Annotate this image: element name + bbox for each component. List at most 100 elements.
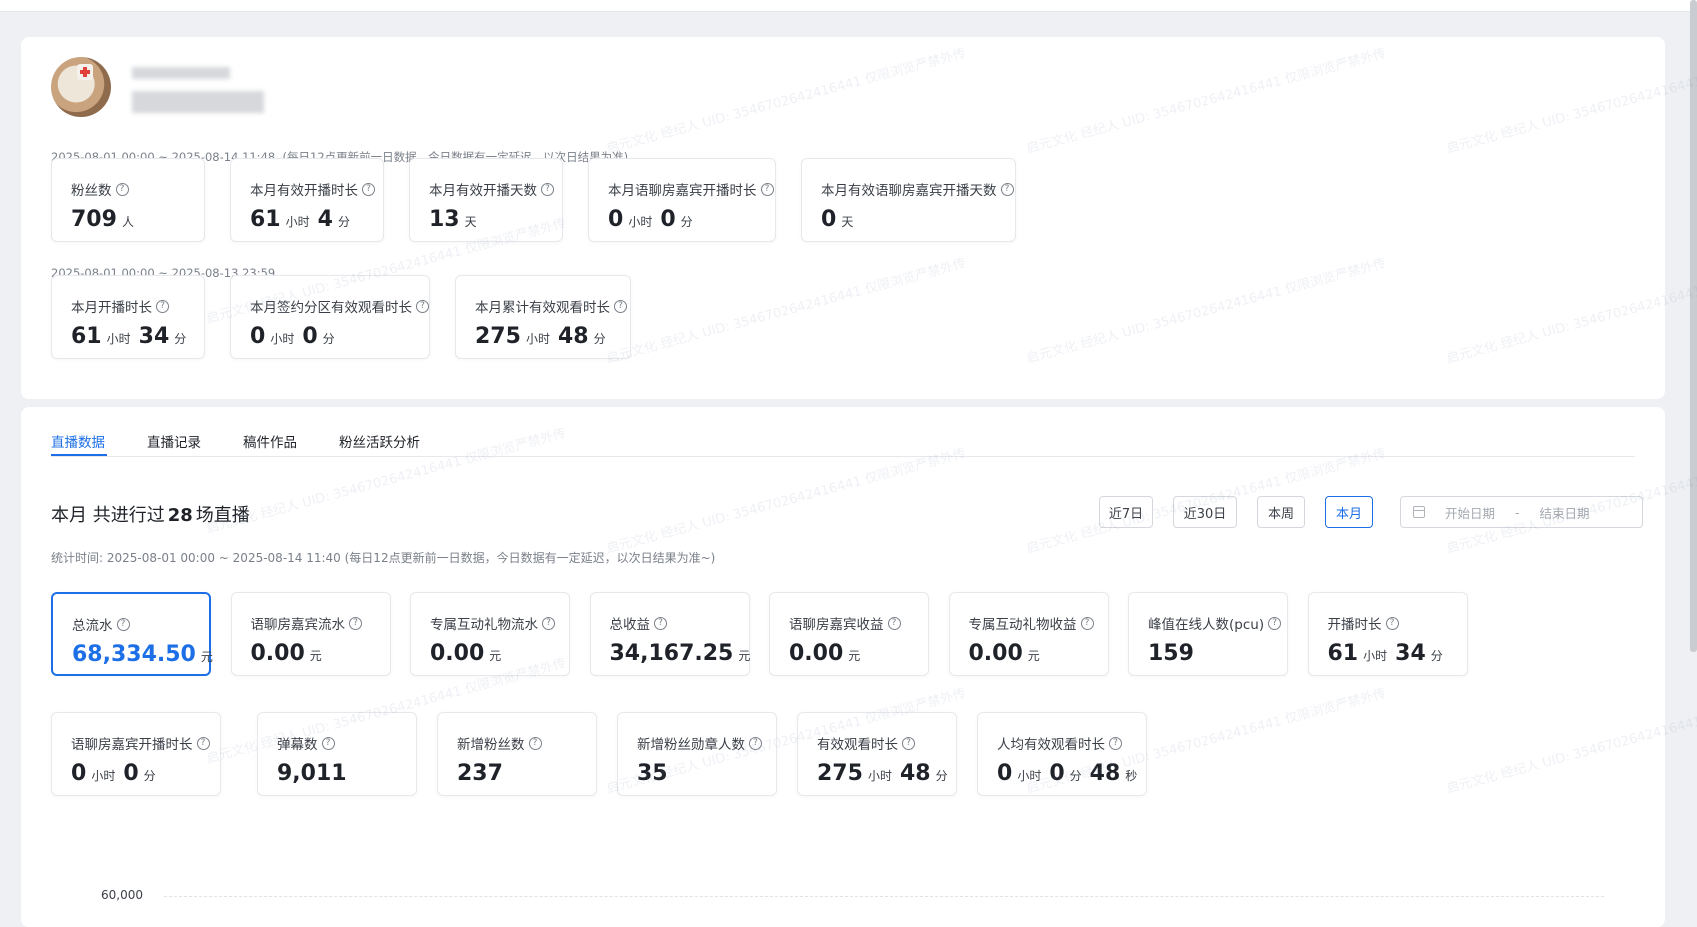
stat-label-text: 本月有效开播天数 bbox=[429, 183, 537, 199]
stat-card[interactable]: 语聊房嘉宾收益? 0.00 元 bbox=[769, 592, 929, 676]
stat-number: 35 bbox=[637, 761, 668, 786]
stat-number: 61 bbox=[71, 324, 102, 349]
stat-card[interactable]: 开播时长? 61 小时 34 分 bbox=[1307, 592, 1468, 676]
help-icon[interactable]: ? bbox=[1080, 616, 1094, 630]
stat-value: 61 小时 34 分 bbox=[1328, 641, 1451, 666]
stat-unit: 小时 bbox=[867, 769, 892, 783]
stat-value: 0.00 元 bbox=[969, 641, 1048, 666]
stat-label: 本月有效开播天数? bbox=[429, 179, 554, 199]
stat-card[interactable]: 语聊房嘉宾开播时长? 0 小时 0 分 bbox=[51, 712, 221, 796]
help-icon[interactable]: ? bbox=[116, 617, 130, 631]
start-date-input[interactable]: 开始日期 bbox=[1445, 503, 1495, 522]
stat-card[interactable]: 弹幕数? 9,011 bbox=[257, 712, 417, 796]
stat-number: 4 bbox=[317, 207, 333, 232]
stat-unit: 分 bbox=[174, 332, 187, 346]
stat-number: 61 bbox=[1327, 641, 1359, 666]
stat-label-text: 粉丝数 bbox=[71, 183, 112, 199]
end-date-input[interactable]: 结束日期 bbox=[1540, 503, 1590, 522]
stat-card[interactable]: 峰值在线人数(pcu)? 159 bbox=[1128, 592, 1288, 676]
redacted-username bbox=[132, 67, 230, 79]
date-range-picker[interactable]: 开始日期 - 结束日期 bbox=[1400, 496, 1643, 528]
help-icon[interactable]: ? bbox=[115, 182, 129, 196]
stat-card[interactable]: 总流水? 68,334.50 元 bbox=[51, 592, 213, 676]
help-icon[interactable]: ? bbox=[760, 182, 774, 196]
help-icon[interactable]: ? bbox=[196, 736, 210, 750]
stat-unit: 小时 bbox=[285, 215, 310, 229]
stat-label-text: 峰值在线人数(pcu) bbox=[1148, 617, 1265, 633]
stat-label: 语聊房嘉宾流水? bbox=[251, 613, 362, 633]
help-icon[interactable]: ? bbox=[1268, 616, 1282, 630]
help-icon[interactable]: ? bbox=[887, 616, 901, 630]
stat-card[interactable]: 新增粉丝勋章人数? 35 bbox=[617, 712, 777, 796]
help-icon[interactable]: ? bbox=[654, 616, 667, 630]
filter-7days-button[interactable]: 近7日 bbox=[1099, 496, 1153, 528]
stat-number: 709 bbox=[71, 207, 117, 232]
stat-label-text: 开播时长 bbox=[1327, 617, 1382, 633]
stat-label-text: 本月有效语聊房嘉宾开播天数 bbox=[821, 183, 997, 199]
redacted-user-info bbox=[132, 91, 264, 113]
stat-label: 语聊房嘉宾开播时长? bbox=[71, 733, 210, 753]
stat-label: 新增粉丝数? bbox=[457, 733, 542, 753]
stat-value: 275 小时 48 分 bbox=[475, 324, 614, 349]
help-icon[interactable]: ? bbox=[902, 736, 915, 750]
stat-unit: 元 bbox=[489, 649, 502, 663]
stat-label-text: 本月语聊房嘉宾开播时长 bbox=[608, 183, 757, 199]
help-icon[interactable]: ? bbox=[321, 736, 335, 750]
stat-card[interactable]: 新增粉丝数? 237 bbox=[437, 712, 597, 796]
stat-unit: 分 bbox=[337, 215, 350, 229]
stat-label: 本月签约分区有效观看时长? bbox=[250, 296, 429, 316]
stat-value: 0 小时 0 分 bbox=[608, 207, 701, 232]
filter-this-month-button[interactable]: 本月 bbox=[1325, 496, 1373, 528]
tab-fan-activity[interactable]: 粉丝活跃分析 bbox=[339, 431, 420, 451]
help-icon[interactable]: ? bbox=[1109, 736, 1122, 750]
stat-value: 237 bbox=[457, 761, 503, 786]
help-icon[interactable]: ? bbox=[1000, 182, 1014, 196]
help-icon[interactable]: ? bbox=[528, 736, 542, 750]
help-icon[interactable]: ? bbox=[362, 182, 375, 196]
help-icon[interactable]: ? bbox=[541, 182, 554, 196]
stat-value: 68,334.50 元 bbox=[72, 642, 221, 667]
page-scrollbar[interactable] bbox=[1690, 0, 1697, 652]
filter-this-week-button[interactable]: 本周 bbox=[1257, 496, 1305, 528]
stat-unit: 元 bbox=[1027, 649, 1040, 663]
avatar[interactable] bbox=[51, 57, 111, 117]
tab-works[interactable]: 稿件作品 bbox=[243, 431, 297, 451]
help-icon[interactable]: ? bbox=[542, 616, 555, 630]
tab-live-records[interactable]: 直播记录 bbox=[147, 431, 201, 451]
stat-value: 709 人 bbox=[71, 207, 142, 232]
help-icon[interactable]: ? bbox=[749, 736, 762, 750]
stat-number: 48 bbox=[1089, 761, 1121, 786]
stat-card[interactable]: 人均有效观看时长? 0 小时 0 分 48 秒 bbox=[977, 712, 1147, 796]
stat-card[interactable]: 语聊房嘉宾流水? 0.00 元 bbox=[230, 592, 391, 676]
nurse-cap-icon bbox=[77, 64, 93, 80]
filter-30days-button[interactable]: 近30日 bbox=[1173, 496, 1237, 528]
stat-value: 0 小时 0 分 bbox=[250, 324, 343, 349]
stat-number: 48 bbox=[899, 761, 931, 786]
stat-label: 新增粉丝勋章人数? bbox=[637, 733, 762, 753]
stat-number: 0 bbox=[250, 324, 266, 349]
stat-label-text: 人均有效观看时长 bbox=[997, 737, 1105, 753]
stat-number: 0 bbox=[821, 207, 837, 232]
date-separator: - bbox=[1515, 504, 1520, 520]
stat-card: 本月有效开播时长? 61 小时 4 分 bbox=[230, 158, 384, 242]
stat-label-text: 专属互动礼物收益 bbox=[968, 617, 1077, 633]
stat-card[interactable]: 有效观看时长? 275 小时 48 分 bbox=[797, 712, 957, 796]
stat-label: 专属互动礼物收益? bbox=[969, 613, 1094, 633]
stat-card: 本月开播时长? 61 小时 34 分 bbox=[51, 275, 205, 359]
stat-card[interactable]: 专属互动礼物收益? 0.00 元 bbox=[948, 592, 1109, 676]
help-icon[interactable]: ? bbox=[1385, 616, 1399, 630]
stat-card[interactable]: 专属互动礼物流水? 0.00 元 bbox=[410, 592, 570, 676]
stat-card[interactable]: 总收益? 34,167.25 元 bbox=[589, 592, 750, 676]
stat-label-text: 有效观看时长 bbox=[817, 737, 898, 753]
help-icon[interactable]: ? bbox=[156, 299, 169, 313]
stat-label: 本月有效开播时长? bbox=[250, 179, 375, 199]
live-data-card: 直播数据 直播记录 稿件作品 粉丝活跃分析 本月 共进行过 28 场直播 近7日 近… bbox=[21, 407, 1665, 927]
stat-label: 本月语聊房嘉宾开播时长? bbox=[608, 179, 774, 199]
help-icon[interactable]: ? bbox=[416, 299, 429, 313]
help-icon[interactable]: ? bbox=[349, 616, 362, 630]
help-icon[interactable]: ? bbox=[614, 299, 627, 313]
stat-value: 0.00 元 bbox=[251, 641, 330, 666]
stat-number: 68,334.50 bbox=[72, 642, 196, 667]
tab-live-data[interactable]: 直播数据 bbox=[51, 431, 105, 451]
stat-label-text: 新增粉丝数 bbox=[457, 737, 525, 753]
